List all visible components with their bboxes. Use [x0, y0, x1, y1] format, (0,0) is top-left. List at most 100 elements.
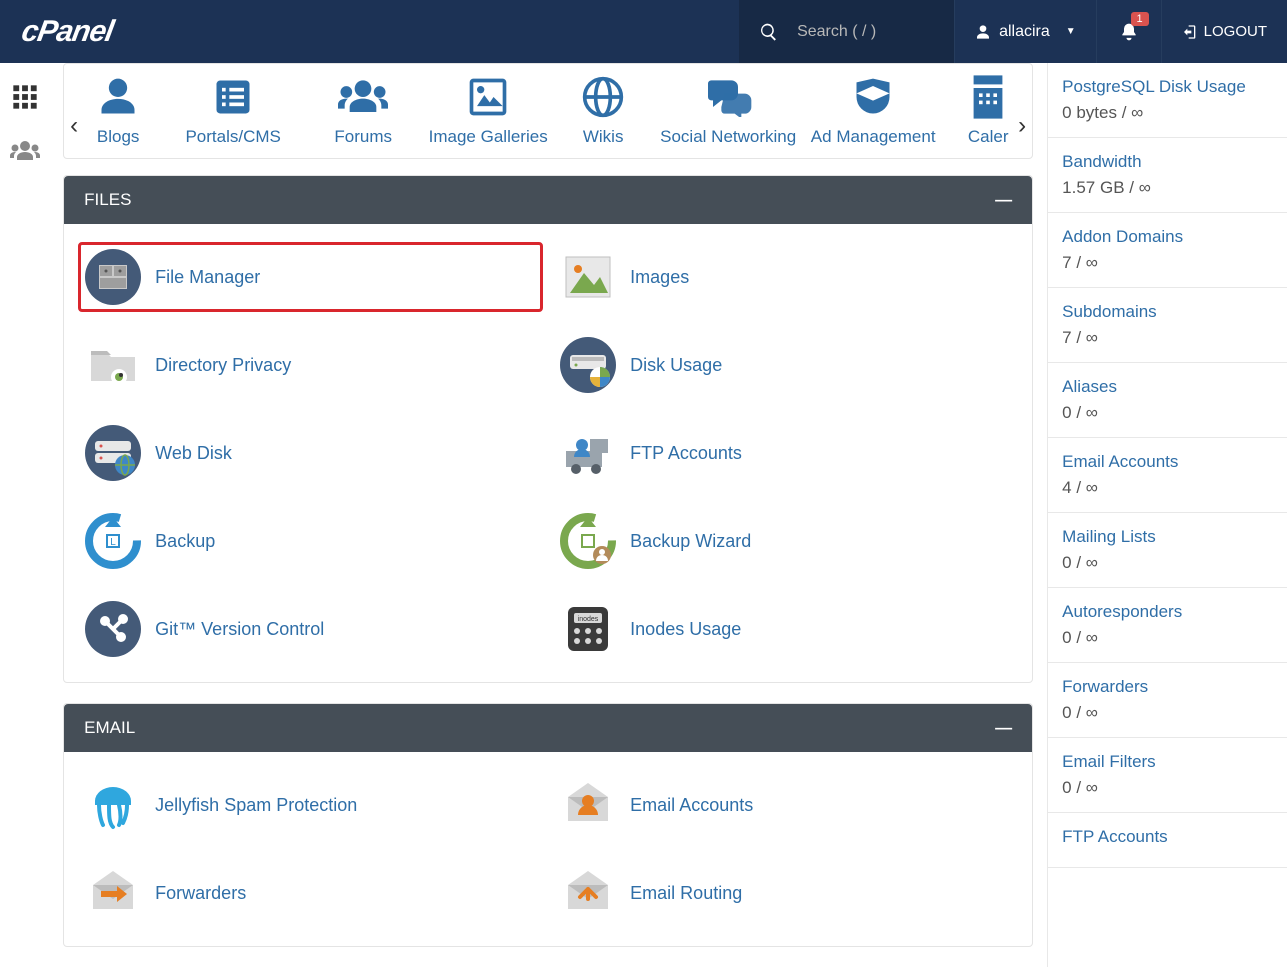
notifications-button[interactable]: 1: [1096, 0, 1161, 63]
collapse-icon[interactable]: —: [995, 718, 1012, 738]
panel-item[interactable]: File Manager: [78, 242, 543, 312]
stat-value: 7 / ∞: [1062, 328, 1273, 348]
panel-item[interactable]: inodesInodes Usage: [553, 594, 1018, 664]
stat-title: Email Accounts: [1062, 452, 1273, 472]
collapse-icon[interactable]: —: [995, 190, 1012, 210]
stat-title: Addon Domains: [1062, 227, 1273, 247]
stat-row[interactable]: Autoresponders0 / ∞: [1048, 588, 1287, 663]
stat-row[interactable]: Addon Domains 7 / ∞: [1048, 213, 1287, 288]
stat-row[interactable]: PostgreSQL Disk Usage0 bytes / ∞: [1048, 63, 1287, 138]
item-label: Directory Privacy: [155, 355, 291, 376]
item-label: FTP Accounts: [630, 443, 742, 464]
strip-item-icon: [548, 70, 658, 124]
stat-title: Mailing Lists: [1062, 527, 1273, 547]
panel-item[interactable]: Directory Privacy: [78, 330, 543, 400]
apps-icon[interactable]: [11, 83, 39, 111]
item-icon: [560, 513, 616, 569]
stat-title: Subdomains: [1062, 302, 1273, 322]
stat-row[interactable]: Aliases 0 / ∞: [1048, 363, 1287, 438]
panel-item[interactable]: FTP Accounts: [553, 418, 1018, 488]
item-icon: [85, 601, 141, 657]
item-label: Backup: [155, 531, 215, 552]
panel-item[interactable]: Disk Usage: [553, 330, 1018, 400]
item-label: Disk Usage: [630, 355, 722, 376]
search-input[interactable]: [797, 23, 937, 41]
files-panel: FILES — File Manager Images Directory Priv…: [63, 175, 1033, 683]
strip-item[interactable]: Portals/CMS: [168, 70, 298, 148]
users-icon[interactable]: [10, 139, 40, 163]
svg-text:L: L: [110, 537, 116, 548]
strip-prev-arrow[interactable]: ‹: [68, 112, 80, 140]
search-icon: [759, 22, 779, 42]
stat-value: 0 / ∞: [1062, 403, 1273, 423]
email-panel-header[interactable]: EMAIL —: [64, 704, 1032, 752]
panel-item[interactable]: Jellyfish Spam Protection: [78, 770, 543, 840]
stat-title: Bandwidth: [1062, 152, 1273, 172]
item-label: Git™ Version Control: [155, 619, 324, 640]
item-label: File Manager: [155, 267, 260, 288]
stat-row[interactable]: Email Filters0 / ∞: [1048, 738, 1287, 813]
cpanel-logo[interactable]: cPanel: [22, 15, 113, 49]
username: allacira: [999, 23, 1050, 41]
strip-item-icon: [168, 70, 298, 124]
panel-item[interactable]: Email Routing: [553, 858, 1018, 928]
email-panel: EMAIL — Jellyfish Spam Protection Email A…: [63, 703, 1033, 947]
apps-strip: ‹ BlogsPortals/CMSForumsImage GalleriesW…: [63, 63, 1033, 159]
stat-title: Email Filters: [1062, 752, 1273, 772]
panel-item[interactable]: L Backup: [78, 506, 543, 576]
panel-item[interactable]: Git™ Version Control: [78, 594, 543, 664]
item-label: Images: [630, 267, 689, 288]
strip-item[interactable]: Wikis: [548, 70, 658, 148]
user-icon: [975, 24, 991, 40]
strip-item[interactable]: Social Networking: [658, 70, 798, 148]
stat-row[interactable]: FTP Accounts: [1048, 813, 1287, 868]
item-label: Jellyfish Spam Protection: [155, 795, 357, 816]
stat-value: 0 / ∞: [1062, 628, 1273, 648]
panel-item[interactable]: Images: [553, 242, 1018, 312]
item-icon: L: [85, 513, 141, 569]
left-navbar: [0, 63, 49, 967]
strip-item-icon: [298, 70, 428, 124]
search-box[interactable]: [739, 0, 954, 63]
stat-value: 0 / ∞: [1062, 703, 1273, 723]
panel-item[interactable]: Email Accounts: [553, 770, 1018, 840]
notification-badge: 1: [1131, 12, 1149, 26]
panel-item[interactable]: Backup Wizard: [553, 506, 1018, 576]
strip-item-icon: [428, 70, 548, 124]
strip-item[interactable]: Forums: [298, 70, 428, 148]
item-icon: [85, 865, 141, 921]
stat-title: Forwarders: [1062, 677, 1273, 697]
item-label: Email Routing: [630, 883, 742, 904]
strip-item-label: Image Galleries: [428, 126, 548, 148]
strip-item[interactable]: Blogs: [68, 70, 168, 148]
item-icon: [85, 337, 141, 393]
strip-next-arrow[interactable]: ›: [1016, 112, 1028, 140]
stat-row[interactable]: Bandwidth 1.57 GB / ∞: [1048, 138, 1287, 213]
user-menu[interactable]: allacira ▼: [954, 0, 1096, 63]
strip-item-label: Wikis: [548, 126, 658, 148]
item-label: Inodes Usage: [630, 619, 741, 640]
files-panel-header[interactable]: FILES —: [64, 176, 1032, 224]
stat-row[interactable]: Mailing Lists 0 / ∞: [1048, 513, 1287, 588]
stat-row[interactable]: Email Accounts4 / ∞: [1048, 438, 1287, 513]
strip-item[interactable]: Ad Management: [798, 70, 948, 148]
stat-value: 7 / ∞: [1062, 253, 1273, 273]
strip-item-label: Portals/CMS: [168, 126, 298, 148]
stat-value: 0 / ∞: [1062, 553, 1273, 573]
strip-item-label: Forums: [298, 126, 428, 148]
panel-item[interactable]: Forwarders: [78, 858, 543, 928]
stat-row[interactable]: Forwarders 0 / ∞: [1048, 663, 1287, 738]
stat-title: FTP Accounts: [1062, 827, 1273, 847]
item-icon: [85, 777, 141, 833]
stats-sidebar: PostgreSQL Disk Usage0 bytes / ∞Bandwidt…: [1047, 63, 1287, 967]
item-label: Web Disk: [155, 443, 232, 464]
strip-item[interactable]: Image Galleries: [428, 70, 548, 148]
stat-title: Aliases: [1062, 377, 1273, 397]
panel-title: EMAIL: [84, 718, 135, 738]
stat-value: 0 bytes / ∞: [1062, 103, 1273, 123]
panel-item[interactable]: Web Disk: [78, 418, 543, 488]
item-label: Email Accounts: [630, 795, 753, 816]
logout-button[interactable]: LOGOUT: [1161, 0, 1287, 63]
stat-value: 1.57 GB / ∞: [1062, 178, 1273, 198]
stat-row[interactable]: Subdomains 7 / ∞: [1048, 288, 1287, 363]
